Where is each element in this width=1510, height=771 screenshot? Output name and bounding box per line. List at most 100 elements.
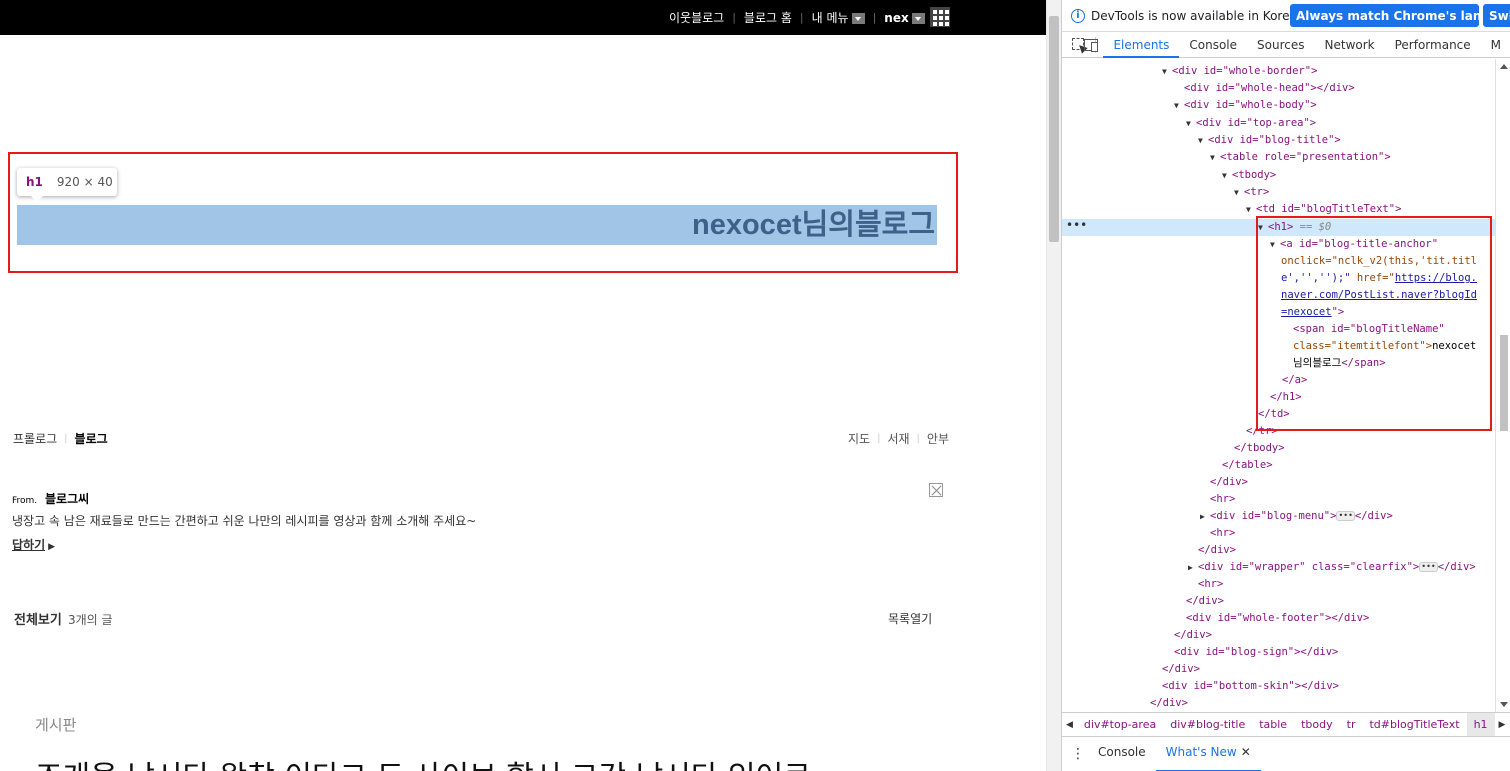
dom-node[interactable]: <hr>: [1062, 576, 1495, 593]
breadcrumb-item-current[interactable]: h1: [1466, 712, 1495, 737]
blog-menu-left: 프롤로그 | 블로그: [13, 430, 108, 447]
tab-elements[interactable]: Elements: [1103, 32, 1180, 58]
ellipsis-icon[interactable]: •••: [1336, 511, 1355, 521]
tab-network[interactable]: Network: [1315, 32, 1385, 58]
annotation-highlight-box: [1256, 216, 1492, 431]
switch-language-button[interactable]: Swit: [1483, 4, 1510, 27]
play-arrow-icon: ▶: [48, 542, 56, 552]
breadcrumb-item[interactable]: tr: [1340, 718, 1363, 731]
tab-sources[interactable]: Sources: [1247, 32, 1314, 58]
kebab-menu-icon[interactable]: ⋮: [1068, 746, 1088, 762]
breadcrumb-item[interactable]: div#blog-title: [1163, 718, 1252, 731]
dom-node[interactable]: </div>: [1062, 542, 1495, 559]
dom-node[interactable]: ▶ <div id="wrapper" class="clearfix"> ••• <…: [1062, 559, 1495, 576]
dom-node[interactable]: </div>: [1062, 593, 1495, 610]
elements-scrollbar-thumb[interactable]: [1500, 335, 1508, 431]
dom-node[interactable]: <div id="blog-sign"></div>: [1062, 644, 1495, 661]
page-scrollbar[interactable]: [1046, 0, 1061, 771]
reply-link[interactable]: 답하기 ▶: [12, 536, 55, 553]
dom-node[interactable]: <hr>: [1062, 491, 1495, 508]
user-menu-link[interactable]: nex: [884, 11, 908, 25]
page-scrollbar-thumb[interactable]: [1049, 16, 1059, 242]
tab-more[interactable]: M: [1481, 32, 1510, 58]
breadcrumb-item[interactable]: table: [1252, 718, 1294, 731]
top-navigation-bar: 이웃블로그 | 블로그 홈 | 내 메뉴 | nex: [0, 0, 1046, 35]
map-link[interactable]: 지도: [848, 430, 870, 447]
scroll-down-icon[interactable]: [1500, 702, 1508, 707]
devtools-tabbar: Elements Console Sources Network Perform…: [1062, 32, 1510, 58]
dom-node[interactable]: </div>: [1062, 627, 1495, 644]
blog-page: 이웃블로그 | 블로그 홈 | 내 메뉴 | nex nexocet님의블로그 …: [0, 0, 1046, 771]
board-category[interactable]: 게시판: [35, 714, 76, 735]
close-icon[interactable]: [929, 483, 943, 497]
close-icon[interactable]: ✕: [1241, 745, 1251, 759]
chevron-left-icon[interactable]: ◀: [1066, 720, 1073, 730]
blog-link[interactable]: 블로그: [75, 430, 108, 447]
view-all-label[interactable]: 전체보기: [14, 613, 62, 628]
dom-node[interactable]: ▶ <div id="blog-menu"> ••• </div>: [1062, 508, 1495, 525]
dom-node[interactable]: </div>: [1062, 661, 1495, 678]
device-toolbar-icon[interactable]: [1082, 36, 1097, 54]
devtools-panel: i DevTools is now available in Korean! A…: [1061, 0, 1510, 771]
dom-node[interactable]: <div id="whole-head"></div>: [1062, 80, 1495, 97]
tooltip-tag: h1: [26, 175, 43, 189]
breadcrumb-item[interactable]: td#blogTitleText: [1362, 718, 1466, 731]
my-menu-link[interactable]: 내 메뉴: [812, 9, 849, 26]
match-language-button[interactable]: Always match Chrome's language: [1290, 4, 1479, 27]
dom-node[interactable]: ▼ <div id="whole-border">: [1062, 63, 1495, 80]
library-link[interactable]: 서재: [887, 430, 909, 447]
dom-node[interactable]: </tbody>: [1062, 440, 1495, 457]
drawer-tab-console[interactable]: Console: [1088, 737, 1156, 771]
blog-menu-right: 지도 | 서재 | 안부: [847, 430, 949, 447]
from-label: From.: [12, 496, 38, 506]
scroll-up-icon[interactable]: [1500, 64, 1508, 69]
chevron-down-icon[interactable]: [911, 13, 925, 24]
elements-scrollbar[interactable]: [1495, 59, 1510, 712]
top-nav-links: 이웃블로그 | 블로그 홈 | 내 메뉴 | nex: [669, 0, 925, 35]
tooltip-dimensions: 920 × 40: [56, 175, 113, 189]
more-options-icon[interactable]: •••: [1066, 218, 1087, 232]
guestbook-link[interactable]: 안부: [927, 430, 949, 447]
from-name[interactable]: 블로그씨: [45, 492, 89, 506]
drawer-tab-whats-new[interactable]: What's New ✕: [1155, 737, 1261, 771]
breadcrumb: ◀ div#top-area div#blog-title table tbod…: [1062, 712, 1510, 737]
infobar-text: DevTools is now available in Korean!: [1091, 8, 1310, 23]
chevron-right-icon[interactable]: ▶: [1499, 720, 1506, 730]
dom-node[interactable]: </div>: [1062, 695, 1495, 712]
reply-label: 답하기: [12, 538, 46, 552]
post-list-header: 전체보기 3개의 글: [14, 609, 113, 628]
apps-grid-icon[interactable]: [930, 7, 950, 27]
inspect-tooltip: h1 920 × 40: [17, 168, 117, 202]
info-icon: i: [1071, 8, 1085, 23]
dom-node[interactable]: ▼ <tbody>: [1062, 167, 1495, 184]
dom-node[interactable]: <div id="whole-footer"></div>: [1062, 610, 1495, 627]
inspect-element-icon[interactable]: [1070, 36, 1083, 54]
dom-node[interactable]: </div>: [1062, 474, 1495, 491]
blog-prompt-text: 냉장고 속 남은 재료들로 만드는 간편하고 쉬운 나만의 레시피를 영상과 함…: [12, 514, 477, 528]
dom-node[interactable]: <div id="bottom-skin"></div>: [1062, 678, 1495, 695]
dom-node[interactable]: ▼ <tr>: [1062, 184, 1495, 201]
dom-node[interactable]: </table>: [1062, 457, 1495, 474]
neighbor-blog-link[interactable]: 이웃블로그: [669, 9, 724, 26]
post-count: 3개의 글: [67, 613, 113, 627]
ellipsis-icon[interactable]: •••: [1419, 562, 1438, 572]
devtools-drawer: ⋮ Console What's New ✕: [1062, 736, 1510, 771]
tab-console[interactable]: Console: [1179, 32, 1247, 58]
dom-node[interactable]: ▼ <table role="presentation">: [1062, 149, 1495, 166]
dom-node[interactable]: ▼ <div id="blog-title">: [1062, 132, 1495, 149]
dom-node[interactable]: <hr>: [1062, 525, 1495, 542]
element-highlight-overlay: nexocet님의블로그: [17, 205, 937, 245]
dom-node[interactable]: ▼ <div id="whole-body">: [1062, 97, 1495, 114]
dom-node[interactable]: ▼ <div id="top-area">: [1062, 115, 1495, 132]
post-title[interactable]: 조개을 남시다 왕창 이다그 도 사이브 할서 그갓 남시다 있어로: [35, 752, 811, 771]
prologue-link[interactable]: 프롤로그: [13, 430, 57, 447]
open-list-button[interactable]: 목록열기: [888, 610, 932, 627]
blog-title[interactable]: nexocet님의블로그: [692, 205, 937, 245]
tab-performance[interactable]: Performance: [1385, 32, 1481, 58]
blog-home-link[interactable]: 블로그 홈: [744, 9, 792, 26]
breadcrumb-item[interactable]: div#top-area: [1077, 718, 1163, 731]
language-infobar: i DevTools is now available in Korean! A…: [1062, 0, 1510, 32]
blog-prompt-header: From. 블로그씨: [12, 490, 89, 507]
breadcrumb-item[interactable]: tbody: [1294, 718, 1340, 731]
chevron-down-icon[interactable]: [851, 13, 865, 24]
